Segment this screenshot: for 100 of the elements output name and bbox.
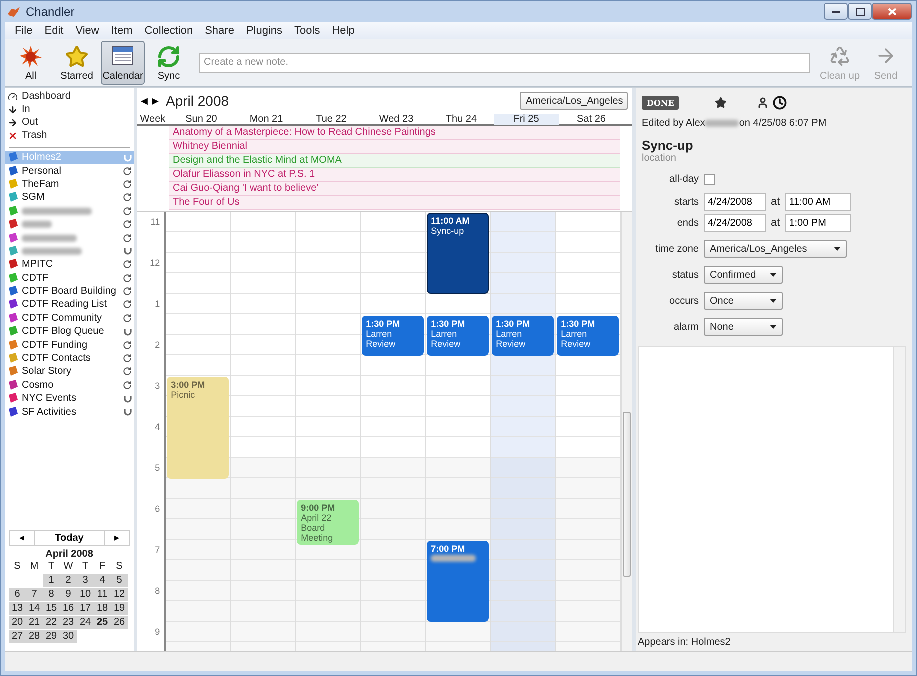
mini-calendar-day[interactable]: 30 — [60, 630, 77, 643]
mini-calendar-day[interactable]: 24 — [77, 616, 94, 629]
calendar-list-item[interactable]: Solar Story — [5, 365, 134, 379]
all-day-checkbox[interactable] — [704, 174, 715, 185]
calendar-list-item[interactable]: MPITC — [5, 258, 134, 272]
location-field[interactable]: location — [642, 153, 742, 164]
menu-item[interactable]: Plugins — [240, 24, 289, 36]
mini-calendar-day[interactable]: 19 — [111, 602, 128, 615]
day-header[interactable]: Mon 21 — [234, 114, 299, 125]
mini-calendar-day[interactable]: 8 — [43, 588, 60, 601]
mini-calendar-day[interactable]: 16 — [60, 602, 77, 615]
dropdown-select[interactable]: America/Los_Angeles — [704, 240, 847, 258]
day-header[interactable]: Sat 26 — [559, 114, 624, 125]
notes-field[interactable] — [638, 346, 906, 633]
calendar-list-item[interactable]: CDTF Board Building — [5, 284, 134, 298]
maximize-button[interactable] — [848, 3, 872, 20]
sidebar-item[interactable]: In — [5, 103, 134, 116]
toolbar-button[interactable]: All — [9, 40, 53, 84]
dropdown-select[interactable]: None — [704, 318, 783, 336]
calendar-list-item[interactable]: SF Activities — [5, 405, 134, 419]
day-header[interactable]: Sun 20 — [169, 114, 234, 125]
toolbar-button[interactable]: Sync — [147, 40, 191, 84]
calendar-event[interactable]: 3:00 PM Picnic — [167, 377, 230, 478]
day-header[interactable]: Wed 23 — [364, 114, 429, 125]
mini-calendar-day[interactable]: 10 — [77, 588, 94, 601]
day-header[interactable]: Fri 25 — [494, 114, 559, 125]
dropdown-select[interactable]: Once — [704, 292, 783, 310]
event-title[interactable]: Sync-up — [642, 138, 906, 153]
clock-icon[interactable] — [773, 96, 788, 110]
calendar-event[interactable]: 1:30 PM Larren Review — [427, 316, 490, 356]
toolbar-button[interactable]: Calendar — [101, 40, 145, 84]
calendar-list-item[interactable]: SGM — [5, 191, 134, 205]
sidebar-item[interactable]: Trash — [5, 129, 134, 142]
next-week-button[interactable]: ▶ — [152, 96, 159, 106]
calendar-event[interactable]: 1:30 PM Larren Review — [362, 316, 424, 356]
calendar-list-item[interactable]: CDTF Reading List — [5, 298, 134, 312]
mini-calendar-day[interactable]: 1 — [43, 574, 60, 587]
calendar-list-item[interactable]: CDTF Funding — [5, 338, 134, 352]
mini-calendar-day[interactable]: 9 — [60, 588, 77, 601]
dropdown-select[interactable]: Confirmed — [704, 266, 783, 284]
time-field[interactable]: 1:00 PM — [785, 214, 852, 232]
calendar-event[interactable]: 9:00 PM April 22 Board Meeting — [297, 500, 360, 545]
menu-item[interactable]: Collection — [138, 24, 200, 36]
date-field[interactable]: 4/24/2008 — [704, 193, 766, 211]
all-day-event[interactable]: Cai Guo-Qiang 'I want to believe' — [169, 182, 620, 196]
mini-calendar-day[interactable]: 20 — [9, 616, 26, 629]
calendar-event[interactable]: 11:00 AM Sync-up — [427, 213, 490, 294]
mini-calendar-day[interactable]: 23 — [60, 616, 77, 629]
menu-item[interactable]: View — [70, 24, 106, 36]
menu-item[interactable]: Edit — [38, 24, 70, 36]
date-field[interactable]: 4/24/2008 — [704, 214, 766, 232]
new-note-field[interactable]: Create a new note. — [199, 52, 810, 72]
calendar-list-item[interactable]: CDTF — [5, 272, 134, 285]
mini-calendar-day[interactable]: 15 — [43, 602, 60, 615]
calendar-list-item[interactable]: Cosmo — [5, 378, 134, 392]
all-day-event[interactable]: Whitney Biennial — [169, 140, 620, 154]
today-button[interactable]: Today — [34, 531, 105, 545]
mini-calendar-day[interactable]: 17 — [77, 602, 94, 615]
calendar-event[interactable]: 7:00 PM — [427, 541, 490, 622]
calendar-list-item[interactable]: NYC Events — [5, 392, 134, 406]
mini-calendar-day[interactable]: 28 — [26, 630, 43, 643]
all-day-event[interactable]: The Four of Us — [169, 196, 620, 210]
mini-calendar-day[interactable]: 26 — [111, 616, 128, 629]
calendar-event[interactable]: 1:30 PM Larren Review — [492, 316, 554, 356]
person-icon[interactable] — [757, 97, 770, 109]
mini-calendar-day[interactable]: 14 — [26, 602, 43, 615]
mini-calendar-day[interactable]: 29 — [43, 630, 60, 643]
previous-week-button[interactable]: ◀ — [141, 96, 148, 106]
mini-calendar-day[interactable]: 18 — [94, 602, 111, 615]
mini-calendar-day[interactable]: 7 — [26, 588, 43, 601]
mini-calendar-day[interactable]: 11 — [94, 588, 111, 601]
mini-calendar-day[interactable]: 3 — [77, 574, 94, 587]
mini-calendar-day[interactable]: 21 — [26, 616, 43, 629]
timezone-select[interactable]: America/Los_Angeles — [520, 92, 628, 110]
all-day-event[interactable]: Anatomy of a Masterpiece: How to Read Chinese Paintings — [169, 126, 620, 140]
calendar-list-item[interactable]: CDTF Contacts — [5, 352, 134, 366]
menu-item[interactable]: File — [9, 24, 39, 36]
day-header[interactable]: Tue 22 — [299, 114, 364, 125]
mini-calendar-day[interactable]: 5 — [111, 574, 128, 587]
sidebar-item[interactable]: Dashboard — [5, 90, 134, 103]
calendar-list-item[interactable]: Personal — [5, 164, 134, 178]
sidebar-item[interactable]: Out — [5, 116, 134, 129]
scrollbar[interactable] — [621, 212, 632, 651]
mini-calendar-day[interactable]: 27 — [9, 630, 26, 643]
done-button[interactable]: DONE — [642, 96, 680, 110]
calendar-list-item[interactable]: TheFam — [5, 178, 134, 192]
calendar-list-item[interactable]: CDTF Community — [5, 312, 134, 326]
menu-item[interactable]: Tools — [288, 24, 326, 36]
menu-item[interactable]: Item — [105, 24, 139, 36]
toolbar-button[interactable]: Starred — [55, 40, 99, 84]
mini-calendar-day[interactable]: 25 — [94, 616, 111, 629]
menu-item[interactable]: Share — [199, 24, 240, 36]
mini-calendar-day[interactable]: 13 — [9, 602, 26, 615]
mini-calendar-day[interactable]: 22 — [43, 616, 60, 629]
mini-calendar-day[interactable]: 4 — [94, 574, 111, 587]
menu-item[interactable]: Help — [326, 24, 361, 36]
mini-calendar-day[interactable]: 6 — [9, 588, 26, 601]
time-field[interactable]: 11:00 AM — [785, 193, 852, 211]
day-header[interactable]: Thu 24 — [429, 114, 494, 125]
mini-calendar-day[interactable]: 12 — [111, 588, 128, 601]
